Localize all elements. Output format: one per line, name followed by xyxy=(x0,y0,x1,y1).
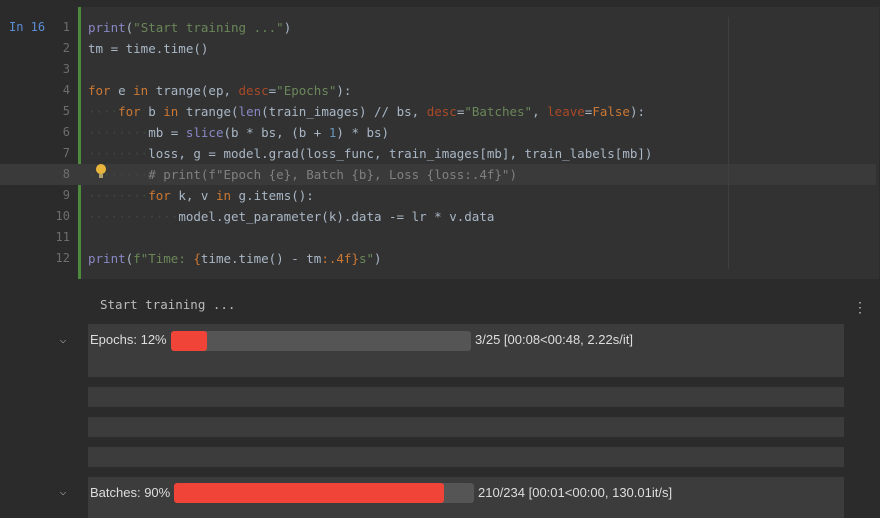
output-stdout: Start training ... xyxy=(100,297,236,312)
line-number: 6 xyxy=(62,125,70,139)
output-placeholder-row xyxy=(88,417,844,437)
line-number: 10 xyxy=(55,209,70,223)
code-line: ········for k, v in g.items(): xyxy=(88,188,314,203)
epochs-progress-bar xyxy=(171,331,471,351)
batches-progress-widget: Batches: 90% 210/234 [00:01<00:00, 130.0… xyxy=(88,477,844,518)
code-line: print(f"Time: {time.time() - tm:.4f}s") xyxy=(88,251,382,266)
line-number: 5 xyxy=(62,104,70,118)
right-margin-guide xyxy=(728,17,729,269)
vertical-ellipsis-icon[interactable]: ⋮ xyxy=(852,299,868,317)
code-editor[interactable]: 1 2 3 4 5 6 7 8 9 10 11 12 print("Start … xyxy=(0,7,879,279)
code-line: ············model.get_parameter(k).data … xyxy=(88,209,495,224)
line-number: 9 xyxy=(62,188,70,202)
batches-progress-fill xyxy=(174,483,444,503)
epochs-progress-widget: Epochs: 12% 3/25 [00:08<00:48, 2.22s/it] xyxy=(88,324,844,377)
chevron-down-icon[interactable]: ⌵ xyxy=(56,485,70,499)
epochs-stats: 3/25 [00:08<00:48, 2.22s/it] xyxy=(475,332,633,347)
line-number: 2 xyxy=(62,41,70,55)
line-number: 3 xyxy=(62,62,70,76)
line-number: 11 xyxy=(55,230,70,244)
code-line: ········mb = slice(b * bs, (b + 1) * bs) xyxy=(88,125,390,140)
chevron-down-icon[interactable]: ⌵ xyxy=(56,333,70,347)
output-placeholder-row xyxy=(88,447,844,467)
code-line: ········# print(f"Epoch {e}, Batch {b}, … xyxy=(88,167,517,182)
output-placeholder-row xyxy=(88,387,844,407)
line-number: 4 xyxy=(62,83,70,97)
batches-progress-bar xyxy=(174,483,474,503)
lightbulb-icon[interactable] xyxy=(96,164,106,178)
line-number: 1 xyxy=(62,20,70,34)
batches-label: Batches: 90% xyxy=(90,485,171,500)
line-number: 8 xyxy=(62,167,70,181)
line-number: 12 xyxy=(55,251,70,265)
batches-stats: 210/234 [00:01<00:00, 130.01it/s] xyxy=(478,485,673,500)
code-line: print("Start training ...") xyxy=(88,20,292,35)
code-line: tm = time.time() xyxy=(88,41,209,56)
code-line: ········loss, g = model.grad(loss_func, … xyxy=(88,146,653,161)
code-line: for e in trange(ep, desc="Epochs"): xyxy=(88,83,352,98)
line-number: 7 xyxy=(62,146,70,160)
epochs-label: Epochs: 12% xyxy=(90,332,167,347)
epochs-progress-fill xyxy=(171,331,207,351)
code-line: ····for b in trange(len(train_images) //… xyxy=(88,104,646,119)
